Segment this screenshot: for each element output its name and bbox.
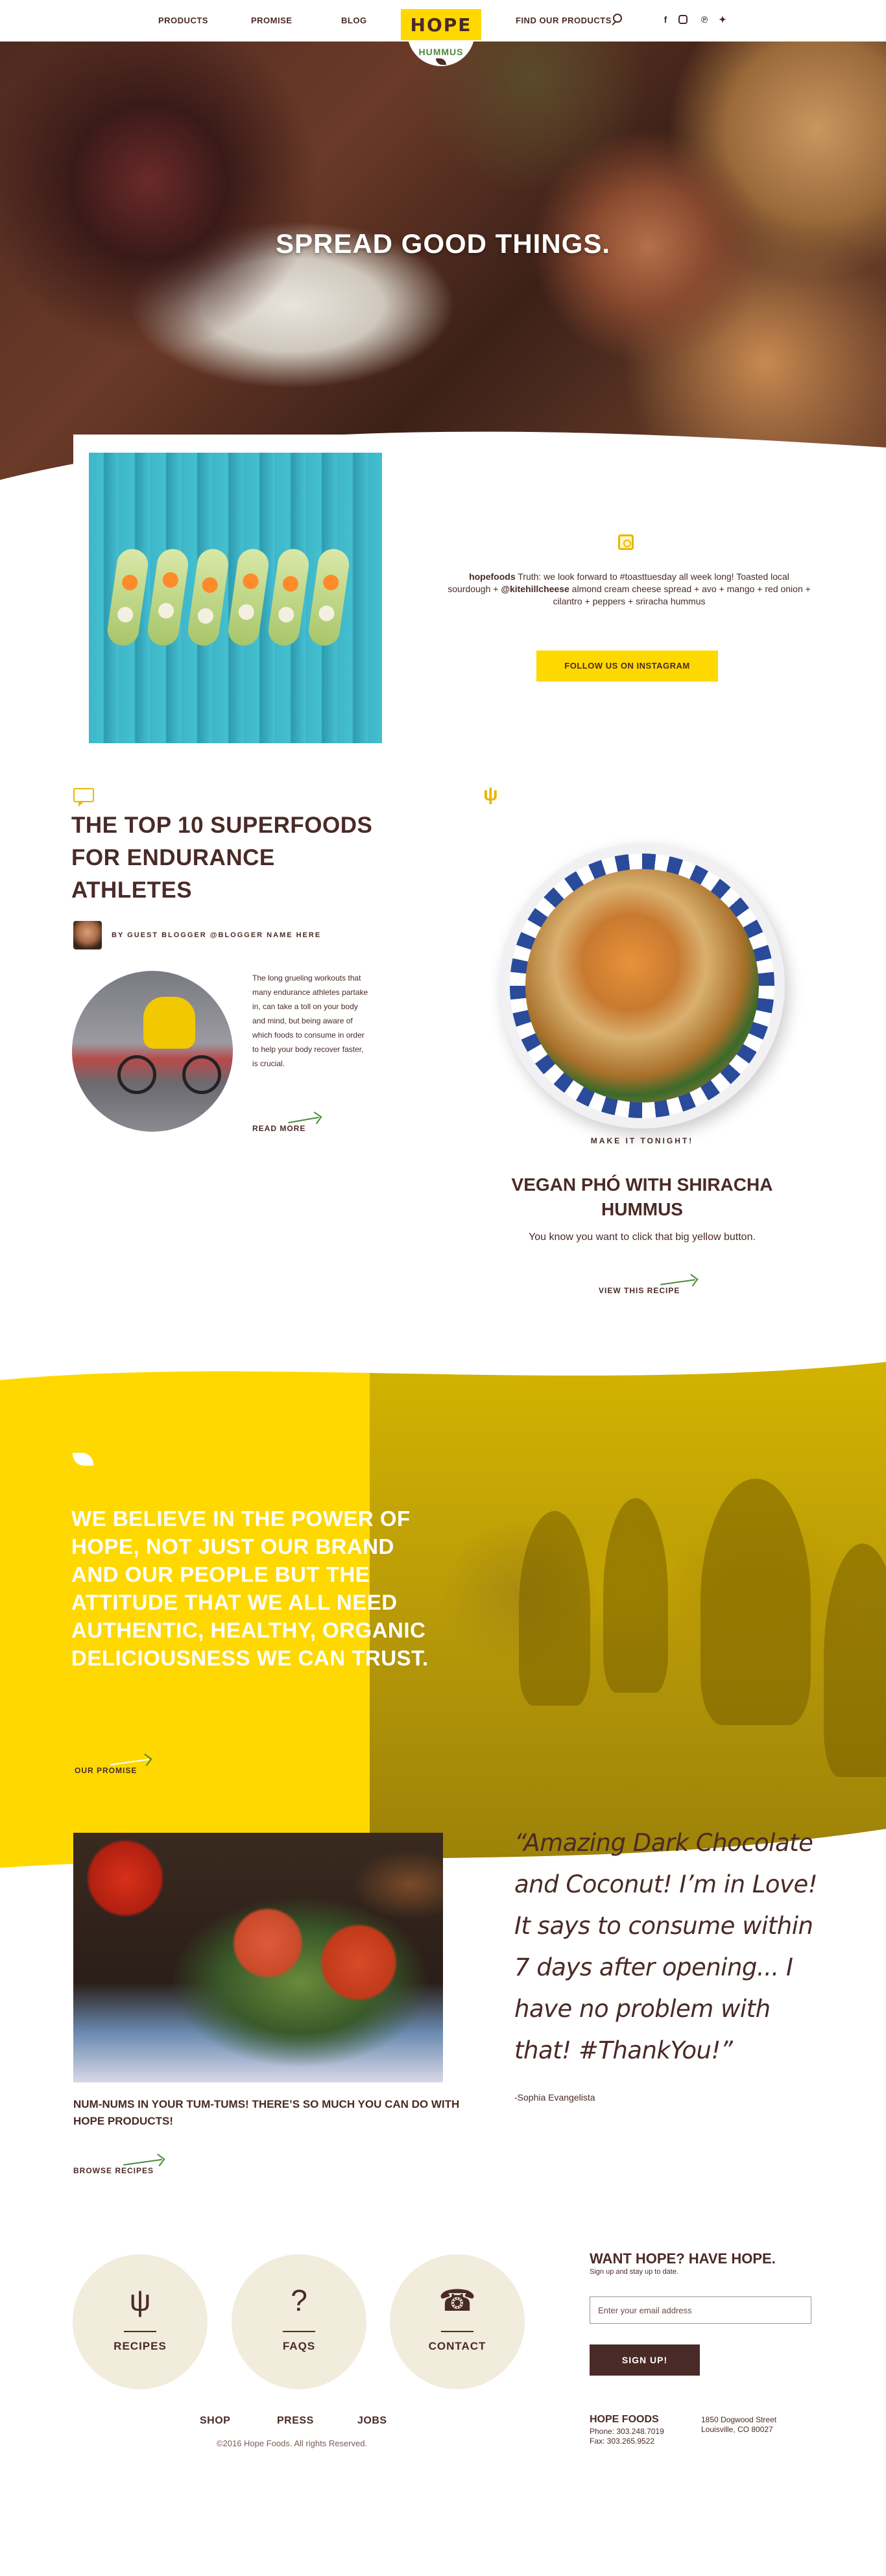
question-icon: ? [291, 2284, 307, 2317]
avocado-toast-photo[interactable] [73, 1833, 443, 2082]
search-icon-handle [612, 21, 616, 26]
logo-wordmark: HOPE [401, 9, 481, 40]
nav-find-products[interactable]: FIND OUR PRODUCTS [516, 16, 612, 25]
company-address-line2: Louisville, CO 80027 [701, 2425, 773, 2434]
contact-card-icon: ☎ [438, 2284, 476, 2317]
follow-instagram-button[interactable]: FOLLOW US ON INSTAGRAM [536, 650, 718, 682]
article-excerpt: The long grueling workouts that many end… [252, 973, 368, 1068]
utensils-icon: ψ [129, 2284, 151, 2317]
company-name: HOPE FOODS [590, 2414, 659, 2425]
recipe-title[interactable]: VEGAN PHÓ WITH SHIRACHA HUMMUS [499, 1173, 785, 1222]
company-phone[interactable]: Phone: 303.248.7019 [590, 2427, 664, 2437]
instagram-handle[interactable]: hopefoods [469, 571, 516, 582]
recipes-label: RECIPES [114, 2340, 167, 2352]
recipes-circle-button[interactable]: ψ RECIPES [73, 2254, 208, 2389]
browse-recipes-link[interactable]: BROWSE RECIPES [73, 2166, 154, 2175]
pinterest-icon[interactable]: ℗ [699, 14, 710, 25]
hope-hummus-logo[interactable]: HUMMUS HOPE [401, 9, 481, 66]
utensils-icon: ψ [483, 783, 498, 805]
mission-statement: WE BELIEVE IN THE POWER OF HOPE, NOT JUS… [71, 1507, 429, 1670]
recipe-kicker: MAKE IT TONIGHT! [590, 1136, 694, 1145]
faqs-label: FAQS [282, 2340, 316, 2352]
company-fax: Fax: 303.265.9522 [590, 2437, 655, 2446]
email-field[interactable] [590, 2296, 811, 2324]
signup-subtitle: Sign up and stay up to date. [590, 2268, 678, 2276]
recipe-description: You know you want to click that big yell… [529, 1232, 756, 1243]
testimonial-quote: “Amazing Dark Chocolate and Coconut! I’m… [514, 1829, 818, 2064]
footer-link-jobs[interactable]: JOBS [357, 2415, 387, 2427]
our-promise-link[interactable]: OUR PROMISE [75, 1766, 137, 1775]
instagram-icon [618, 534, 634, 550]
twitter-icon[interactable]: ✦ [717, 14, 728, 25]
footer-link-shop[interactable]: SHOP [200, 2415, 230, 2427]
toast-photo [89, 453, 382, 743]
copyright: ©2016 Hope Foods. All rights Reserved. [216, 2439, 368, 2448]
avatar [73, 921, 102, 949]
arrow-right-icon [660, 1279, 695, 1285]
cyclist-photo[interactable] [72, 971, 233, 1132]
faqs-circle-button[interactable]: ? FAQS [232, 2254, 366, 2389]
facebook-icon[interactable]: f [660, 14, 671, 25]
footer-link-press[interactable]: PRESS [277, 2415, 314, 2427]
instagram-caption: hopefoods Truth: we look forward to #toa… [448, 571, 811, 608]
contact-circle-button[interactable]: ☎ CONTACT [390, 2254, 525, 2389]
hero-bottom-curve [0, 431, 886, 493]
contact-label: CONTACT [428, 2340, 486, 2352]
nav-products[interactable]: PRODUCTS [158, 16, 208, 25]
company-address-line1: 1850 Dogwood Street [701, 2415, 777, 2424]
signup-title: WANT HOPE? HAVE HOPE. [590, 2250, 776, 2267]
caption-text-2: almond cream cheese spread + avo + mango… [553, 584, 811, 606]
testimonial-author: -Sophia Evangelista [514, 2092, 595, 2103]
promo-headline: NUM-NUMS IN YOUR TUM-TUMS! THERE’S SO MU… [73, 2098, 460, 2127]
arrow-right-icon [288, 1116, 319, 1124]
nav-promise[interactable]: PROMISE [251, 16, 292, 25]
instagram-mention[interactable]: @kitehillcheese [501, 584, 569, 594]
nav-blog[interactable]: BLOG [341, 16, 367, 25]
article-title[interactable]: THE TOP 10 SUPERFOODS FOR ENDURANCE ATHL… [71, 809, 396, 907]
instagram-icon[interactable] [678, 15, 688, 24]
view-recipe-link[interactable]: VIEW THIS RECIPE [599, 1286, 680, 1295]
instagram-photo-card[interactable] [73, 435, 398, 759]
read-more-link[interactable]: READ MORE [252, 1124, 305, 1133]
article-byline: BY GUEST BLOGGER @BLOGGER NAME HERE [112, 931, 322, 939]
logo-subtitle: HUMMUS [418, 47, 464, 57]
arrow-right-icon [123, 2158, 162, 2166]
signup-button[interactable]: SIGN UP! [590, 2344, 700, 2376]
friends-dining-photo [370, 1349, 886, 1881]
leaf-icon [436, 58, 446, 65]
chat-bubble-icon [73, 788, 94, 807]
page: SPREAD GOOD THINGS. PRODUCTS PROMISE BLO… [0, 0, 886, 2576]
pho-bowl-photo[interactable] [499, 843, 785, 1128]
